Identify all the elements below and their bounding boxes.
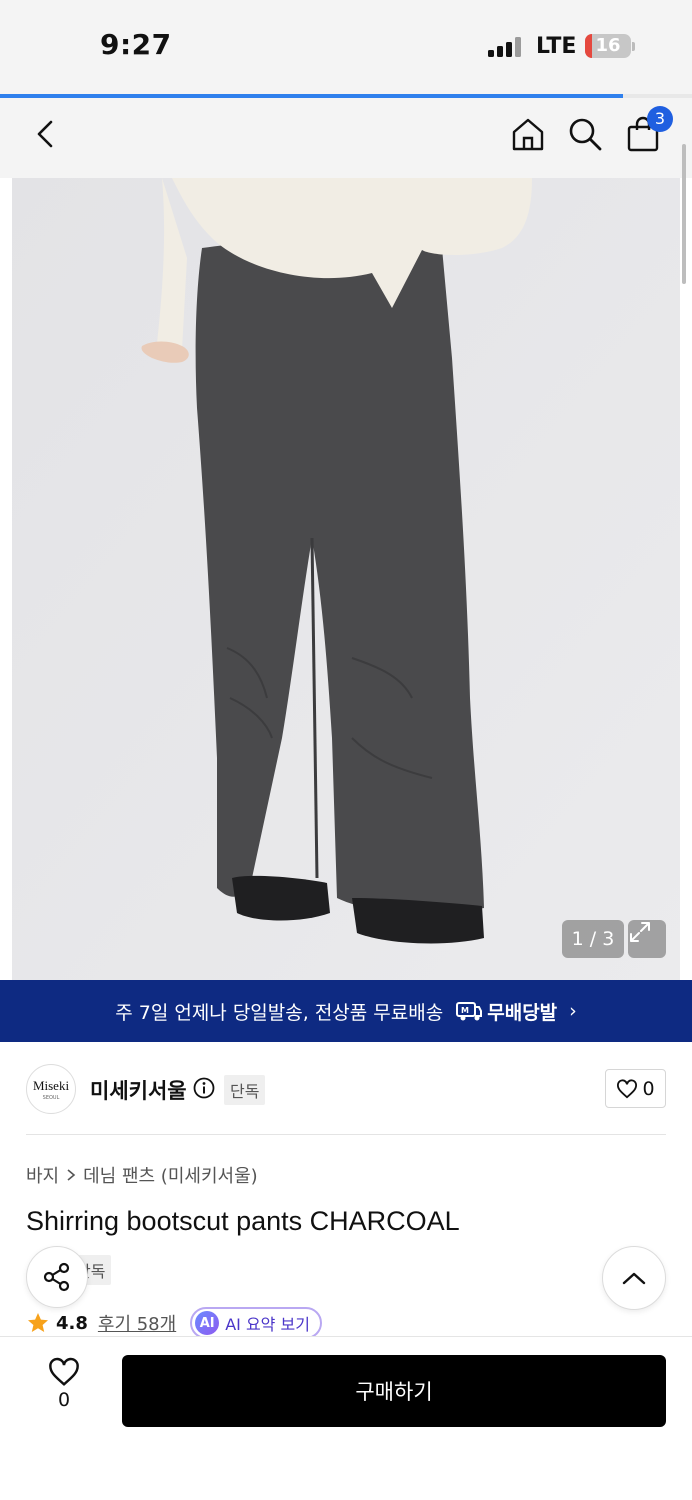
wishlist-count: 0 xyxy=(57,1389,71,1411)
exclusive-tag: 단독 xyxy=(224,1075,266,1105)
rating-row: 4.8 후기 58개 AI AI 요약 보기 xyxy=(26,1306,322,1340)
bottom-action-bar: 0 구매하기 xyxy=(0,1336,692,1500)
product-photo-pants xyxy=(12,178,680,980)
breadcrumb-item[interactable]: 데님 팬츠 (미세키서울) xyxy=(83,1162,258,1188)
brand-logo-subtext: SEOUL xyxy=(42,1094,60,1101)
promo-badge: M 무배당발 xyxy=(455,998,557,1025)
review-link[interactable]: 후기 58개 xyxy=(98,1310,176,1336)
cart-count-badge: 3 xyxy=(647,106,673,132)
battery-icon: 16 xyxy=(585,34,631,58)
svg-text:M: M xyxy=(461,1006,469,1015)
promo-arrow: › xyxy=(569,1000,577,1022)
brand-like-count: 0 xyxy=(642,1077,655,1100)
promo-badge-label: 무배당발 xyxy=(487,1001,558,1024)
chevron-up-icon xyxy=(622,1272,646,1285)
status-time: 9:27 xyxy=(100,28,172,61)
ai-summary-button[interactable]: AI AI 요약 보기 xyxy=(190,1307,322,1339)
star-icon xyxy=(28,1313,48,1332)
back-button[interactable] xyxy=(24,112,68,156)
promo-banner[interactable]: 주 7일 언제나 당일발송, 전상품 무료배송 M 무배당발 › xyxy=(0,980,692,1042)
home-icon xyxy=(512,118,544,151)
network-label: LTE xyxy=(536,34,577,59)
search-button[interactable] xyxy=(563,112,607,156)
status-bar: 9:27 LTE 16 xyxy=(0,0,692,94)
search-icon xyxy=(569,118,602,151)
ai-summary-label: AI 요약 보기 xyxy=(225,1315,310,1334)
chevron-left-icon xyxy=(37,120,53,148)
brand-logo-wordmark: Miseki xyxy=(32,1077,70,1093)
home-button[interactable] xyxy=(506,112,550,156)
brand-logo[interactable]: SEOUL Miseki SEOUL xyxy=(26,1064,76,1114)
rating-value: 4.8 xyxy=(56,1312,88,1334)
product-title: Shirring bootscut pants CHARCOAL xyxy=(26,1206,460,1236)
scroll-to-top-button[interactable] xyxy=(602,1246,666,1310)
share-button[interactable] xyxy=(26,1246,88,1308)
divider xyxy=(26,1134,666,1135)
image-counter: 1 / 3 xyxy=(562,920,624,958)
expand-image-button[interactable] xyxy=(628,920,666,958)
product-image[interactable]: 1 / 3 xyxy=(12,178,680,980)
breadcrumb-item[interactable]: 바지 xyxy=(26,1162,59,1188)
breadcrumb: 바지 데님 팬츠 (미세키서울) xyxy=(26,1162,258,1188)
heart-icon xyxy=(49,1357,79,1386)
brand-name[interactable]: 미세키서울 xyxy=(90,1075,187,1105)
chevron-right-icon xyxy=(67,1169,76,1181)
ai-badge-icon: AI xyxy=(195,1311,220,1335)
buy-button[interactable]: 구매하기 xyxy=(122,1355,666,1427)
brand-like-button[interactable]: 0 xyxy=(605,1069,666,1108)
delivery-truck-icon: M xyxy=(456,1002,483,1021)
promo-text: 주 7일 언제나 당일발송, 전상품 무료배송 xyxy=(115,1001,444,1024)
signal-icon xyxy=(488,37,522,57)
heart-icon xyxy=(617,1078,638,1098)
wishlist-button[interactable]: 0 xyxy=(36,1357,92,1427)
expand-icon xyxy=(630,922,650,942)
top-navigation: 3 xyxy=(0,98,692,178)
cart-button[interactable]: 3 xyxy=(621,106,673,156)
scrollbar[interactable] xyxy=(682,144,686,284)
share-icon xyxy=(43,1262,70,1292)
info-icon[interactable] xyxy=(193,1077,215,1099)
battery-level: 16 xyxy=(595,35,621,56)
